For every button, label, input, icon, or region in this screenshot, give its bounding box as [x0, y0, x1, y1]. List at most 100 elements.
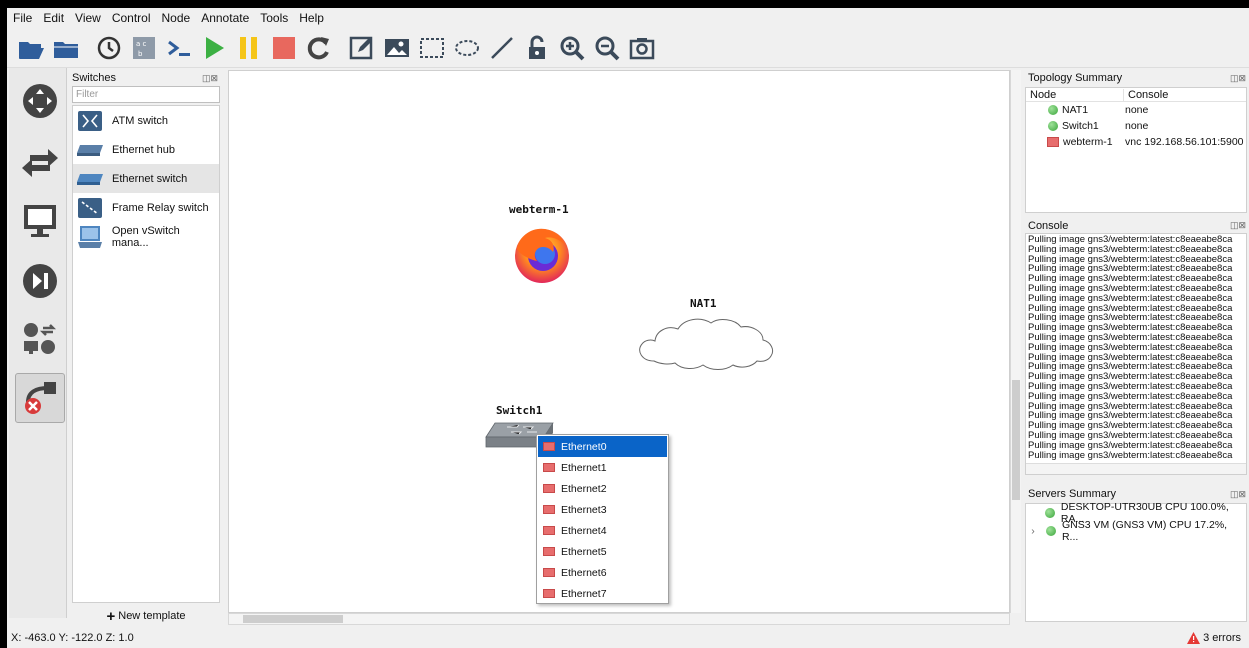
switches-button[interactable] — [15, 136, 65, 186]
add-link-button[interactable] — [15, 373, 65, 423]
filter-input[interactable]: Filter — [72, 86, 220, 103]
firefox-icon — [515, 228, 569, 283]
menu-item-label: Ethernet7 — [561, 587, 607, 600]
router-icon — [23, 84, 57, 118]
menu-edit[interactable]: Edit — [43, 11, 64, 25]
folder-button[interactable] — [50, 32, 82, 64]
menu-item-ethernet0[interactable]: Ethernet0 — [538, 436, 667, 457]
coordinates-readout: X: -463.0 Y: -122.0 Z: 1.0 — [11, 632, 134, 644]
end-devices-button[interactable] — [15, 196, 65, 246]
node-name: NAT1 — [1062, 104, 1089, 116]
menu-control[interactable]: Control — [112, 11, 151, 25]
canvas-vertical-scrollbar[interactable] — [1010, 70, 1021, 613]
console-value: none — [1125, 104, 1149, 116]
console-title: Console — [1028, 219, 1069, 232]
stopped-status-icon — [1047, 137, 1059, 147]
menu-item-ethernet2[interactable]: Ethernet2 — [538, 478, 667, 499]
history-button[interactable] — [93, 32, 125, 64]
switches-panel-header: Switches ◫⊠ — [70, 70, 222, 86]
node-label-switch[interactable]: Switch1 — [496, 404, 542, 417]
menu-item-ethernet6[interactable]: Ethernet6 — [538, 562, 667, 583]
console-line: Pulling image gns3/webterm:latest:c8eaea… — [1028, 449, 1233, 461]
reload-all-button[interactable] — [303, 32, 335, 64]
line-icon — [491, 36, 513, 59]
menu-view[interactable]: View — [75, 11, 101, 25]
topology-row-webterm[interactable]: webterm-1 vnc 192.168.56.101:5900 — [1026, 134, 1246, 150]
topology-canvas[interactable]: webterm-1 NAT1 Switch1 Ethernet0 Etherne… — [228, 70, 1010, 613]
topology-summary-title: Topology Summary — [1028, 72, 1123, 84]
lock-items-button[interactable] — [521, 32, 553, 64]
port-icon — [543, 526, 555, 535]
menu-item-ethernet4[interactable]: Ethernet4 — [538, 520, 667, 541]
routers-button[interactable] — [15, 76, 65, 126]
draw-rectangle-button[interactable] — [416, 32, 448, 64]
stop-all-button[interactable] — [268, 32, 300, 64]
server-label: GNS3 VM (GNS3 VM) CPU 17.2%, R... — [1061, 519, 1228, 543]
list-item-label: Open vSwitch mana... — [111, 224, 180, 249]
screenshot-button[interactable] — [626, 32, 658, 64]
console-output[interactable]: Pulling image gns3/webterm:latest:c8eaea… — [1025, 233, 1247, 475]
menu-help[interactable]: Help — [299, 11, 324, 25]
open-project-button[interactable] — [15, 32, 47, 64]
svg-text:a c: a c — [136, 40, 147, 48]
warning-icon — [1187, 632, 1201, 644]
pause-icon — [240, 36, 257, 59]
menu-node[interactable]: Node — [162, 11, 191, 25]
zoom-out-button[interactable] — [591, 32, 623, 64]
menu-item-ethernet3[interactable]: Ethernet3 — [538, 499, 667, 520]
new-template-button[interactable]: + New template — [72, 608, 220, 625]
zoom-out-icon — [595, 36, 620, 60]
node-label-nat[interactable]: NAT1 — [690, 297, 717, 310]
menu-item-ethernet1[interactable]: Ethernet1 — [538, 457, 667, 478]
topology-row-switch[interactable]: Switch1 none — [1026, 118, 1246, 134]
canvas-horizontal-scrollbar[interactable] — [228, 613, 1010, 625]
webterm-node[interactable] — [511, 223, 573, 288]
dock-buttons-icon[interactable]: ◫⊠ — [1230, 489, 1246, 500]
topology-row-nat[interactable]: NAT1 none — [1026, 102, 1246, 118]
stop-icon — [273, 36, 295, 59]
snapshot-button[interactable]: a c b — [128, 32, 160, 64]
dock-buttons-icon[interactable]: ◫⊠ — [202, 73, 218, 84]
add-note-button[interactable] — [346, 32, 378, 64]
server-row-gns3vm[interactable]: › GNS3 VM (GNS3 VM) CPU 17.2%, R... — [1026, 519, 1246, 543]
menu-annotate[interactable]: Annotate — [201, 11, 249, 25]
dock-buttons-icon[interactable]: ◫⊠ — [1230, 73, 1246, 84]
port-icon — [543, 484, 555, 493]
interface-context-menu: Ethernet0 Ethernet1 Ethernet2 Ethernet3 … — [536, 434, 669, 604]
device-type-toolbar — [9, 68, 67, 618]
menu-file[interactable]: File — [13, 11, 32, 25]
console-hscrollbar[interactable] — [1026, 463, 1246, 474]
list-item-ethernet-switch[interactable]: Ethernet switch — [73, 164, 219, 193]
all-devices-button[interactable] — [15, 314, 65, 364]
switches-panel-title: Switches — [72, 72, 117, 84]
list-item-frame-relay-switch[interactable]: Frame Relay switch — [73, 193, 219, 222]
svg-text:b: b — [138, 50, 143, 58]
menu-item-ethernet5[interactable]: Ethernet5 — [538, 541, 667, 562]
expand-chevron-icon[interactable]: › — [1026, 525, 1040, 537]
insert-image-button[interactable] — [381, 32, 413, 64]
open-vswitch-icon — [76, 225, 104, 249]
node-name: Switch1 — [1062, 120, 1099, 132]
zoom-in-icon — [560, 36, 585, 60]
menu-tools[interactable]: Tools — [260, 11, 288, 25]
errors-indicator[interactable]: 3 errors — [1187, 632, 1241, 644]
server-status-icon — [1045, 508, 1055, 518]
console-all-button[interactable] — [163, 32, 195, 64]
server-status-icon — [1045, 526, 1056, 536]
nat-node[interactable] — [634, 313, 779, 378]
status-bar: X: -463.0 Y: -122.0 Z: 1.0 3 errors — [7, 628, 1249, 648]
menu-item-ethernet7[interactable]: Ethernet7 — [538, 583, 667, 604]
pause-all-button[interactable] — [233, 32, 265, 64]
list-item-open-vswitch[interactable]: Open vSwitch mana... — [73, 222, 219, 251]
start-all-button[interactable] — [198, 32, 230, 64]
list-item-atm-switch[interactable]: ATM switch — [73, 106, 219, 135]
dock-buttons-icon[interactable]: ◫⊠ — [1230, 220, 1246, 231]
draw-ellipse-button[interactable] — [451, 32, 483, 64]
list-item-ethernet-hub[interactable]: Ethernet hub — [73, 135, 219, 164]
menu-bar: File Edit View Control Node Annotate Too… — [7, 8, 1137, 28]
draw-line-button[interactable] — [486, 32, 518, 64]
security-devices-button[interactable] — [15, 256, 65, 306]
node-label-webterm[interactable]: webterm-1 — [509, 203, 569, 216]
zoom-in-button[interactable] — [556, 32, 588, 64]
atm-switch-icon — [76, 109, 104, 133]
